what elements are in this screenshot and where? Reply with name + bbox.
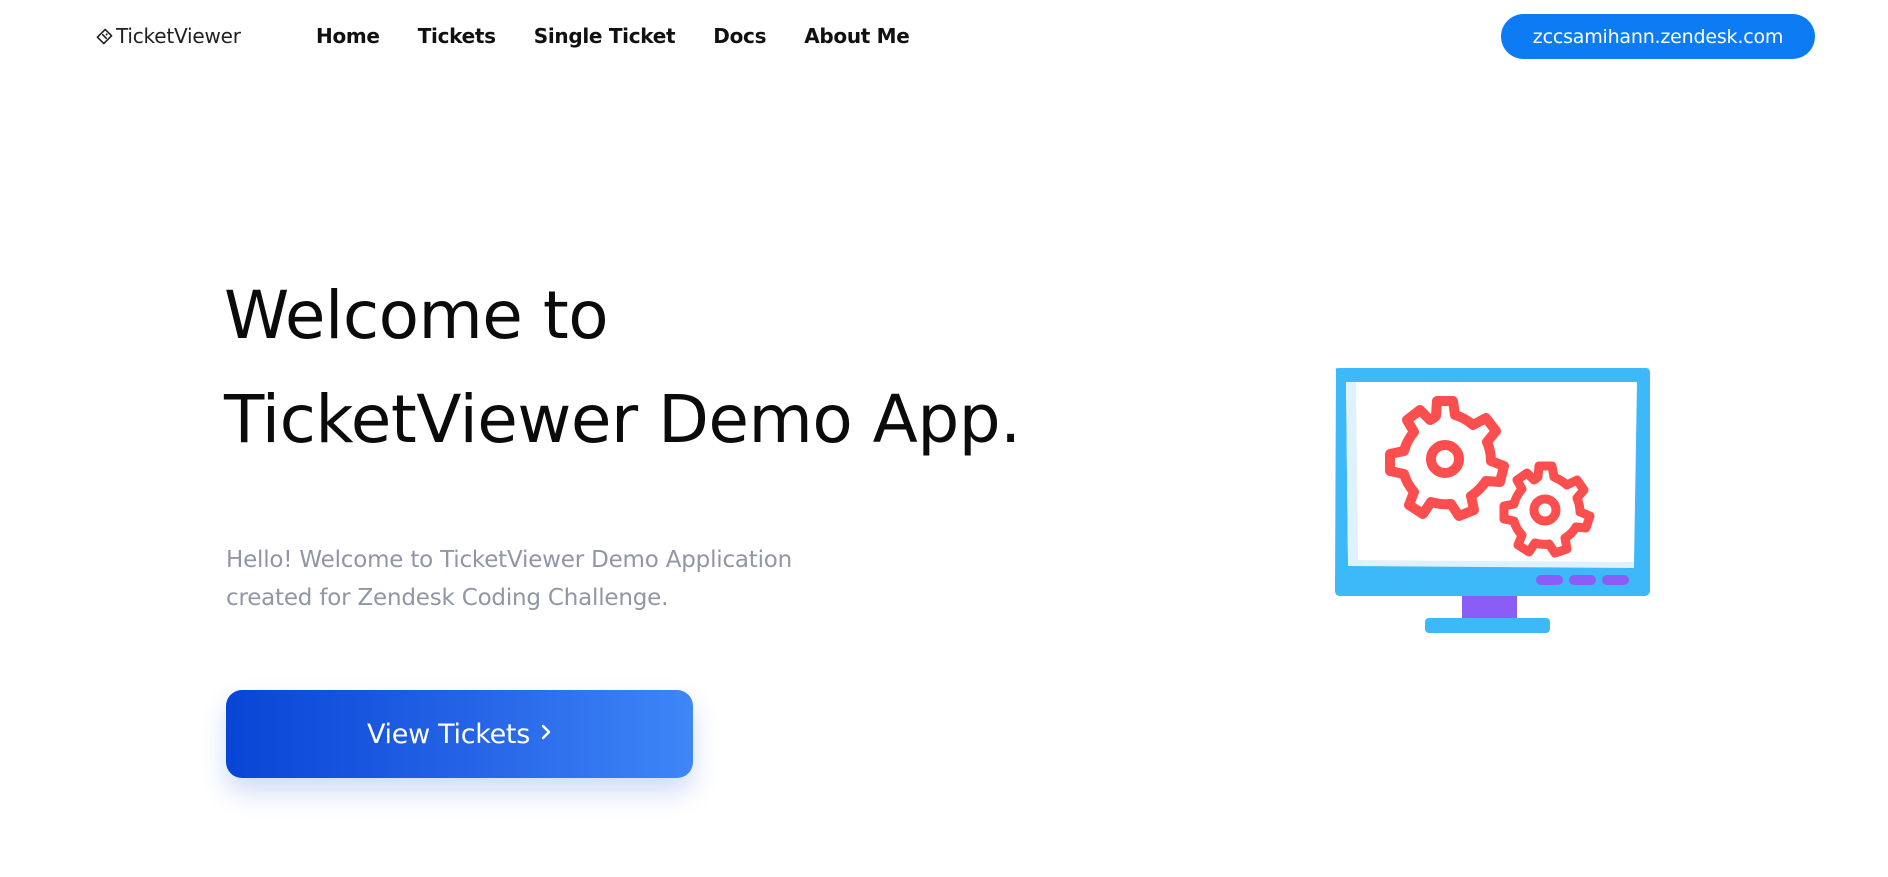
monitor-indicator-3 <box>1602 575 1629 585</box>
monitor-stand-base <box>1425 618 1550 633</box>
monitor-settings-illustration <box>1328 364 1653 644</box>
hero-title-line-2: TicketViewer Demo App. <box>224 381 1021 458</box>
brand-logo-link[interactable]: TicketViewer <box>96 24 241 48</box>
ticket-icon <box>96 28 113 45</box>
nav-link-tickets[interactable]: Tickets <box>418 24 496 48</box>
view-tickets-button[interactable]: View Tickets <box>226 690 693 778</box>
hero-subtitle-line-2: created for Zendesk Coding Challenge. <box>226 585 669 611</box>
monitor-indicator-2 <box>1569 575 1596 585</box>
main-nav: Home Tickets Single Ticket Docs About Me <box>316 24 910 48</box>
zendesk-domain-button[interactable]: zccsamihann.zendesk.com <box>1501 14 1815 59</box>
brand-name: TicketViewer <box>116 24 241 48</box>
monitor-indicator-1 <box>1536 575 1563 585</box>
hero-title: Welcome to TicketViewer Demo App. <box>224 264 1021 472</box>
nav-link-home[interactable]: Home <box>316 24 380 48</box>
nav-link-docs[interactable]: Docs <box>713 24 766 48</box>
hero-subtitle-line-1: Hello! Welcome to TicketViewer Demo Appl… <box>226 547 793 573</box>
monitor-stand-neck <box>1462 594 1517 621</box>
top-navbar: TicketViewer Home Tickets Single Ticket … <box>0 0 1888 74</box>
hero-subtitle: Hello! Welcome to TicketViewer Demo Appl… <box>226 541 866 617</box>
chevron-right-icon <box>540 721 552 745</box>
view-tickets-label: View Tickets <box>366 718 530 750</box>
hero-title-line-1: Welcome to <box>224 277 609 354</box>
nav-link-about-me[interactable]: About Me <box>804 24 910 48</box>
nav-link-single-ticket[interactable]: Single Ticket <box>534 24 676 48</box>
